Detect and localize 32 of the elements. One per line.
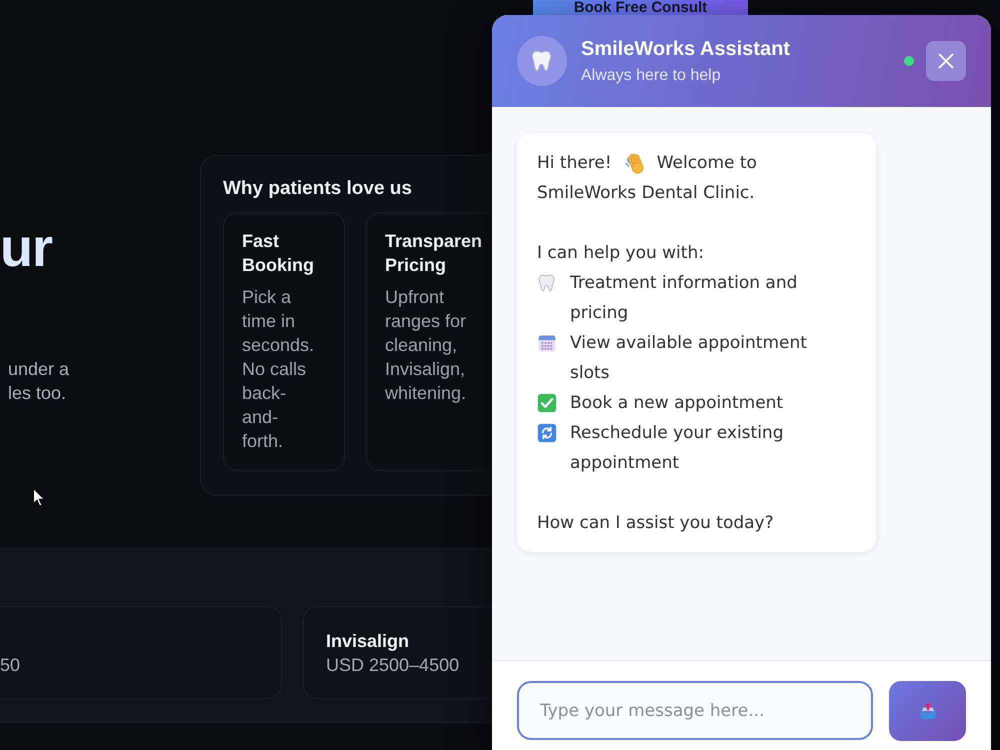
- send-button[interactable]: [889, 681, 966, 741]
- refresh-icon: [537, 423, 557, 443]
- help-item-text: Reschedule your existing appointment: [570, 422, 784, 475]
- checkmark-icon: [537, 393, 557, 413]
- chat-subtitle: Always here to help: [581, 66, 722, 86]
- feature-text: Pick a time in seconds. No calls back-and-forth.: [242, 286, 316, 453]
- treatment-name: Invisalign: [326, 630, 410, 653]
- price-text: 50: [0, 654, 22, 677]
- calendar-icon: [537, 333, 557, 353]
- hero-text: under a les too.: [8, 358, 70, 405]
- intro-text: I can help you with:: [537, 243, 704, 263]
- feature-title: Transparen Pricing: [385, 230, 484, 277]
- tooth-icon: [517, 36, 567, 86]
- outbox-tray-icon: [918, 701, 938, 721]
- pointer-cursor-icon: [33, 488, 45, 507]
- welcome-text: SmileWorks Dental Clinic.: [537, 183, 755, 203]
- tooth-icon: [537, 273, 557, 293]
- features-title: Why patients love us: [223, 177, 413, 201]
- help-item-text: View available appointment slots: [570, 332, 808, 385]
- message-input[interactable]: Type your message here...: [517, 681, 873, 740]
- price-text: USD 2500–4500: [326, 654, 460, 677]
- welcome-text: Welcome to: [656, 152, 757, 175]
- chat-title: SmileWorks Assistant: [581, 36, 791, 62]
- closing-text: How can I assist you today?: [537, 513, 774, 533]
- feature-text: Upfront ranges for cleaning, Invisalign, whitening.: [385, 286, 468, 405]
- book-consult-button[interactable]: Book Free Consult: [533, 0, 748, 15]
- greeting-text: Hi there!: [537, 152, 612, 175]
- close-button[interactable]: [926, 41, 966, 81]
- help-item-text: Treatment information and pricing: [570, 272, 798, 325]
- feature-title: Fast Booking: [242, 230, 315, 277]
- hero-heading: ur: [0, 217, 54, 280]
- help-item-text: Book a new appointment: [570, 392, 784, 415]
